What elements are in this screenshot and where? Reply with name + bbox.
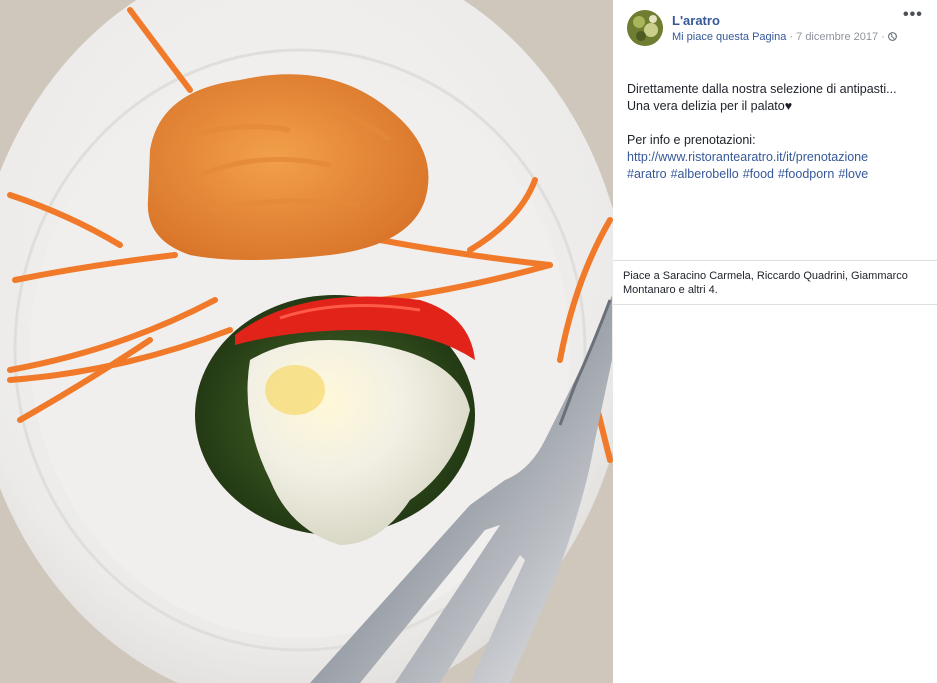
reservation-link[interactable]: http://www.ristorantearatro.it/it/prenot… [627, 150, 868, 164]
hashtag-foodporn[interactable]: #foodporn [778, 167, 834, 181]
post-text-line-3: Per info e prenotazioni: [627, 133, 756, 147]
likes-summary-bar: Piace a Saracino Carmela, Riccardo Quadr… [613, 260, 937, 305]
likes-summary[interactable]: Piace a Saracino Carmela, Riccardo Quadr… [623, 270, 908, 296]
hashtag-food[interactable]: #food [743, 167, 774, 181]
page-name-link[interactable]: L'aratro [672, 13, 720, 28]
post-date[interactable]: 7 dicembre 2017 [796, 31, 878, 43]
like-page-link[interactable]: Mi piace questa Pagina [672, 31, 786, 43]
post-photo[interactable] [0, 0, 613, 683]
avatar-image [627, 10, 663, 46]
post-meta: Mi piace questa Pagina · 7 dicembre 2017… [672, 31, 897, 43]
meta-separator: · [786, 31, 797, 43]
hashtag-love[interactable]: #love [838, 167, 868, 181]
post-details-panel: L'aratro Mi piace questa Pagina · 7 dice… [613, 0, 937, 683]
post-header: L'aratro Mi piace questa Pagina · 7 dice… [613, 0, 937, 60]
photo-viewer: L'aratro Mi piace questa Pagina · 7 dice… [0, 0, 937, 683]
meta-separator-2: · [878, 31, 888, 43]
page-avatar[interactable] [627, 10, 663, 46]
globe-icon[interactable] [887, 32, 897, 41]
hashtag-aratro[interactable]: #aratro [627, 167, 667, 181]
hashtag-alberobello[interactable]: #alberobello [671, 167, 739, 181]
post-text-line-2: Una vera delizia per il palato♥ [627, 99, 793, 113]
more-options-icon[interactable]: ••• [903, 7, 923, 23]
hashtags: #aratro #alberobello #food #foodporn #love [627, 166, 927, 183]
post-message: Direttamente dalla nostra selezione di a… [627, 81, 927, 183]
post-text-line-1: Direttamente dalla nostra selezione di a… [627, 82, 897, 96]
food-photo-image [0, 0, 613, 683]
